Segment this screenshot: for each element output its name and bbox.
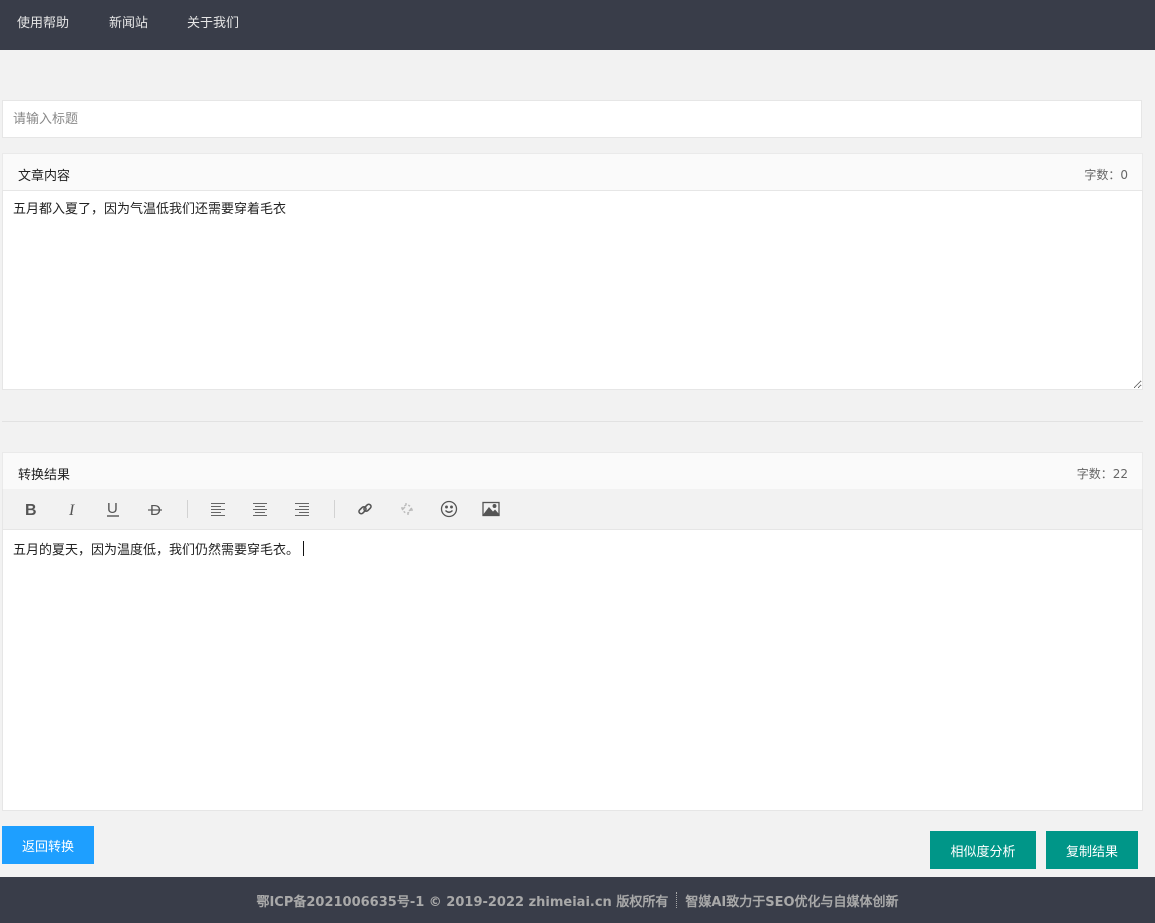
align-right-icon[interactable] [289,497,315,521]
nav-item-help[interactable]: 使用帮助 [17,12,69,31]
title-input[interactable] [2,100,1142,138]
nav-item-about[interactable]: 关于我们 [187,12,239,31]
result-editor[interactable]: 五月的夏天，因为温度低，我们仍然需要穿毛衣。 [2,530,1143,811]
align-center-icon[interactable] [247,497,273,521]
footer-slogan: 智媒AI致力于SEO优化与自媒体创新 [685,894,899,910]
result-word-count: 字数：22 [1076,467,1128,481]
article-label: 文章内容 [18,169,71,184]
top-nav: 使用帮助 新闻站 关于我们 [0,0,1155,50]
result-card-header: 转换结果 字数：22 [2,452,1143,490]
footer-copyright: 鄂ICP备2021006635号-1 © 2019-2022 zhimeiai.… [256,894,669,910]
italic-icon[interactable]: I [59,497,85,521]
image-icon[interactable] [478,497,504,521]
article-content-textarea[interactable]: 五月都入夏了，因为气温低我们还需要穿着毛衣 [2,190,1143,390]
back-convert-button[interactable]: 返回转换 [2,826,94,864]
footer: 鄂ICP备2021006635号-1 © 2019-2022 zhimeiai.… [0,877,1155,923]
copy-result-button[interactable]: 复制结果 [1046,831,1138,869]
svg-text:U: U [107,500,118,517]
bold-icon[interactable]: B [17,497,43,521]
result-label: 转换结果 [18,468,71,483]
align-left-icon[interactable] [205,497,231,521]
nav-item-news[interactable]: 新闻站 [109,12,148,31]
editor-toolbar: B I U D [2,489,1143,530]
article-card-header: 文章内容 字数：0 [2,153,1143,191]
text-caret [303,541,305,556]
svg-text:I: I [68,502,75,517]
emoji-icon[interactable] [436,497,462,521]
similarity-analysis-button[interactable]: 相似度分析 [930,831,1036,869]
result-text: 五月的夏天，因为温度低，我们仍然需要穿毛衣。 [13,543,300,558]
svg-text:B: B [25,502,37,517]
toolbar-separator [187,500,188,518]
article-word-count: 字数：0 [1084,168,1128,182]
section-divider [2,421,1143,422]
strikethrough-icon[interactable]: D [142,497,168,521]
link-icon[interactable] [352,497,378,521]
footer-separator [676,892,678,908]
underline-icon[interactable]: U [100,497,126,521]
unlink-icon[interactable] [394,497,420,521]
toolbar-separator [334,500,335,518]
